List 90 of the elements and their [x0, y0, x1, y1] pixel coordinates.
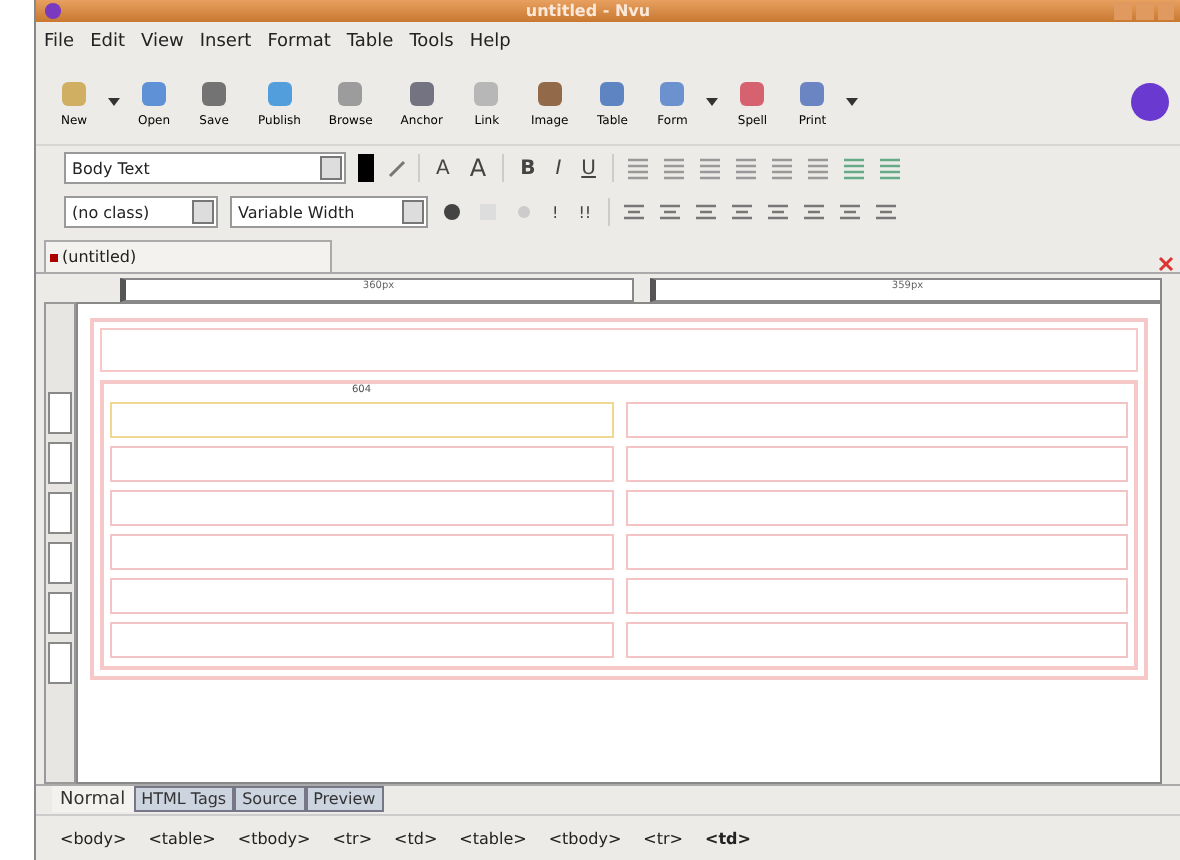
rounded-square-icon — [736, 77, 769, 109]
rounded-square-icon — [596, 77, 629, 109]
menu-item[interactable]: View — [141, 31, 184, 51]
menu-item[interactable]: Format — [267, 31, 331, 51]
menu-item[interactable]: Edit — [90, 31, 125, 51]
table-cell[interactable] — [625, 490, 1128, 526]
table-align-icon[interactable] — [873, 200, 898, 224]
table-align-icon[interactable] — [837, 200, 862, 224]
window-title: untitled - Nvu — [523, 2, 653, 20]
table-align-icon[interactable] — [729, 200, 754, 224]
align-icon[interactable] — [805, 156, 830, 180]
rounded-square-icon — [198, 77, 231, 109]
highlight-icon[interactable] — [386, 158, 406, 178]
menu-item[interactable]: Insert — [199, 31, 252, 51]
rounded-square-icon — [405, 77, 438, 109]
app-icon — [44, 2, 62, 20]
tag-link[interactable]: <tr> — [332, 829, 373, 847]
table-cell[interactable] — [625, 446, 1128, 482]
menu-item[interactable]: File — [44, 31, 75, 51]
menu-item[interactable]: Help — [469, 31, 511, 51]
text-style-button[interactable]: B — [516, 157, 540, 179]
table-align-icon[interactable] — [657, 200, 682, 224]
rounded-square-icon — [796, 77, 829, 109]
menu-item[interactable]: Tools — [409, 31, 454, 51]
tag-link[interactable]: <tbody> — [237, 829, 311, 847]
tag-link[interactable]: <table> — [459, 829, 527, 847]
font-size-button[interactable]: A — [432, 157, 454, 179]
table-align-icon[interactable] — [621, 200, 646, 224]
dropdown-arrow-icon[interactable] — [846, 98, 859, 106]
text-style-button[interactable]: I — [551, 157, 566, 179]
rounded-square-icon — [334, 77, 367, 109]
class-select[interactable]: (no class) — [64, 196, 218, 228]
emphasis-button[interactable]: ! — [548, 203, 563, 221]
tag-link[interactable]: <tbody> — [548, 829, 622, 847]
table-cell[interactable] — [110, 446, 613, 482]
table-align-icon[interactable] — [765, 200, 790, 224]
text-style-button[interactable]: U — [577, 157, 600, 179]
table-align-icon[interactable] — [693, 200, 718, 224]
align-icon[interactable] — [769, 156, 794, 180]
document-tab[interactable]: (untitled) — [44, 240, 332, 272]
tag-link[interactable]: <tr> — [643, 829, 684, 847]
tag-link[interactable]: <td> — [705, 829, 751, 847]
font-size-button[interactable]: A — [465, 154, 491, 182]
rounded-square-icon — [263, 77, 296, 109]
logo-icon — [1130, 82, 1170, 122]
table-cell[interactable] — [625, 578, 1128, 614]
font-select[interactable]: Variable Width — [230, 196, 428, 228]
dropdown-arrow-icon[interactable] — [108, 98, 120, 106]
table-cell[interactable] — [625, 622, 1128, 658]
mode-tab[interactable]: Normal — [52, 786, 134, 812]
indent-icon[interactable] — [877, 156, 902, 180]
tag-link[interactable]: <body> — [60, 829, 127, 847]
table-cell[interactable] — [110, 578, 613, 614]
table-cell[interactable] — [110, 402, 613, 438]
rounded-square-icon — [138, 77, 171, 109]
table-cell[interactable] — [625, 402, 1128, 438]
row-tab[interactable] — [48, 442, 72, 484]
rounded-square-icon — [533, 77, 566, 109]
text-color-icon[interactable] — [358, 154, 374, 182]
table-cell[interactable] — [110, 534, 613, 570]
style-icon[interactable] — [512, 200, 536, 224]
row-tab[interactable] — [48, 592, 72, 634]
align-icon[interactable] — [733, 156, 758, 180]
list-icon[interactable] — [661, 156, 686, 180]
dropdown-arrow-icon[interactable] — [706, 98, 719, 106]
mode-tab[interactable]: Preview — [305, 786, 384, 812]
paragraph-style-select[interactable]: Body Text — [64, 152, 346, 184]
paint-icon[interactable] — [440, 200, 464, 224]
table-cell[interactable] — [625, 534, 1128, 570]
table-cell[interactable] — [110, 622, 613, 658]
rounded-square-icon — [656, 77, 689, 109]
row-tab[interactable] — [48, 542, 72, 584]
emphasis-button[interactable]: !! — [574, 203, 596, 221]
tag-link[interactable]: <td> — [394, 829, 438, 847]
table-align-icon[interactable] — [801, 200, 826, 224]
row-tab[interactable] — [48, 642, 72, 684]
table-cell[interactable] — [110, 490, 613, 526]
tag-link[interactable]: <table> — [148, 829, 216, 847]
indent-icon[interactable] — [841, 156, 866, 180]
mode-tab[interactable]: HTML Tags — [133, 786, 235, 812]
list-icon[interactable] — [625, 156, 650, 180]
row-tab[interactable] — [48, 492, 72, 534]
align-icon[interactable] — [697, 156, 722, 180]
window-controls-icon[interactable] — [1114, 2, 1174, 20]
rounded-square-icon — [58, 77, 90, 109]
rounded-square-icon — [470, 77, 503, 109]
close-icon[interactable] — [1158, 256, 1174, 272]
row-tab[interactable] — [48, 392, 72, 434]
menu-item[interactable]: Table — [346, 31, 394, 51]
mode-tab[interactable]: Source — [234, 786, 306, 812]
